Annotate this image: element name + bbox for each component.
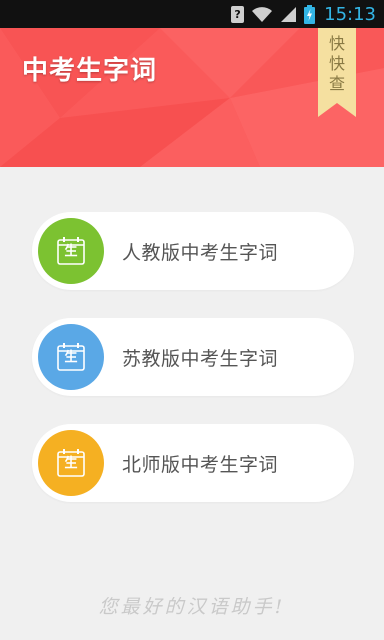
calendar-icon-circle: 生 [38, 324, 104, 390]
quick-search-ribbon[interactable]: 快 快 查 [318, 28, 356, 117]
menu-item-label: 北师版中考生字词 [122, 453, 279, 476]
calendar-icon-circle: 生 [38, 218, 104, 284]
signal-icon [281, 6, 297, 22]
menu-item-sujiao[interactable]: 生 苏教版中考生字词 [32, 318, 354, 396]
ribbon-label: 快 快 查 [318, 34, 356, 94]
menu-item-renjiao[interactable]: 生 人教版中考生字词 [32, 212, 354, 290]
calendar-icon: 生 [56, 448, 86, 478]
page-title: 中考生字词 [22, 56, 158, 86]
footer-slogan: 您最好的汉语助手! [98, 596, 286, 618]
calendar-char: 生 [64, 350, 78, 365]
status-icons: ? 15:13 [231, 3, 376, 25]
ribbon-char: 快 [328, 34, 345, 53]
ribbon-char: 查 [328, 74, 345, 93]
menu-item-label: 苏教版中考生字词 [122, 347, 279, 370]
calendar-char: 生 [64, 244, 78, 259]
battery-charging-icon [304, 4, 316, 24]
sim-unknown-icon: ? [231, 5, 245, 23]
status-bar: ? 15:13 [0, 0, 384, 28]
clock-time: 15:13 [324, 3, 376, 25]
menu-item-beishi[interactable]: 生 北师版中考生字词 [32, 424, 354, 502]
menu-item-label: 人教版中考生字词 [122, 241, 279, 264]
calendar-icon-circle: 生 [38, 430, 104, 496]
ribbon-char: 快 [328, 54, 345, 73]
calendar-icon: 生 [56, 236, 86, 266]
calendar-icon: 生 [56, 342, 86, 372]
wifi-icon [252, 6, 273, 22]
calendar-char: 生 [64, 456, 78, 471]
